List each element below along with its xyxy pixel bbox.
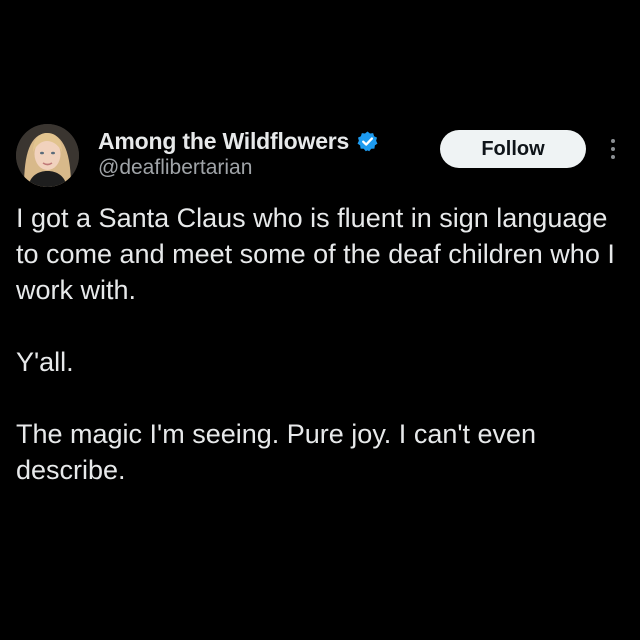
verified-badge-icon: [356, 130, 379, 153]
author-identity: Among the Wildflowers @deaflibertarian: [98, 124, 428, 188]
avatar[interactable]: [16, 124, 79, 187]
user-handle[interactable]: @deaflibertarian: [98, 156, 252, 180]
avatar-photo: [16, 124, 79, 187]
tweet-header: Among the Wildflowers @deaflibertarian F…: [16, 124, 624, 188]
more-vertical-icon[interactable]: [604, 136, 622, 162]
follow-button[interactable]: Follow: [440, 130, 586, 168]
tweet-text: I got a Santa Claus who is fluent in sig…: [16, 203, 615, 485]
display-name[interactable]: Among the Wildflowers: [98, 128, 349, 155]
tweet-card: Among the Wildflowers @deaflibertarian F…: [0, 0, 640, 640]
name-row: Among the Wildflowers: [98, 126, 379, 156]
